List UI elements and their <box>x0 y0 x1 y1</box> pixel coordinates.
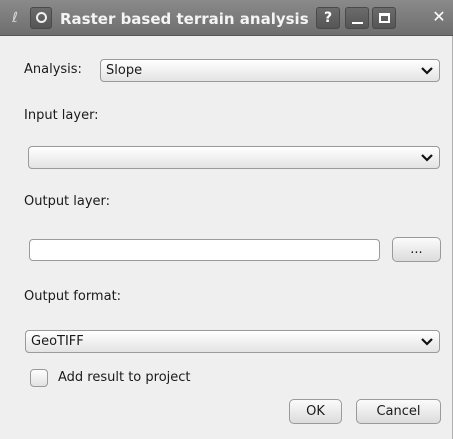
browse-button[interactable]: ... <box>392 237 441 262</box>
chevron-down-icon <box>421 338 433 346</box>
cancel-button[interactable]: Cancel <box>356 399 441 424</box>
maximize-button[interactable] <box>372 7 396 29</box>
analysis-value: Slope <box>106 63 143 78</box>
title-bar[interactable]: ℓ Raster based terrain analysis ? ✕ <box>0 0 453 36</box>
input-layer-label: Input layer: <box>24 108 99 123</box>
analysis-combo[interactable]: Slope <box>100 59 440 82</box>
help-button[interactable]: ? <box>316 7 340 29</box>
qgis-app-icon: ℓ <box>12 10 18 26</box>
output-format-combo[interactable]: GeoTIFF <box>25 330 440 353</box>
add-result-label[interactable]: Add result to project <box>58 370 191 385</box>
output-format-label: Output format: <box>24 289 122 304</box>
output-format-value: GeoTIFF <box>31 334 84 349</box>
window-menu-icon <box>36 12 47 23</box>
chevron-down-icon <box>421 154 433 162</box>
analysis-label: Analysis: <box>24 62 82 77</box>
minimize-icon <box>352 22 363 24</box>
chevron-down-icon <box>421 67 433 75</box>
add-result-checkbox[interactable] <box>30 369 48 387</box>
window-title: Raster based terrain analysis <box>60 10 309 28</box>
output-layer-label: Output layer: <box>24 194 111 209</box>
input-layer-combo[interactable] <box>28 146 440 169</box>
maximize-icon <box>379 13 390 23</box>
minimize-button[interactable] <box>345 7 369 29</box>
window-menu-button[interactable] <box>30 7 52 29</box>
close-button[interactable]: ✕ <box>425 7 453 29</box>
ok-button[interactable]: OK <box>289 399 342 424</box>
output-layer-input[interactable] <box>29 239 380 261</box>
